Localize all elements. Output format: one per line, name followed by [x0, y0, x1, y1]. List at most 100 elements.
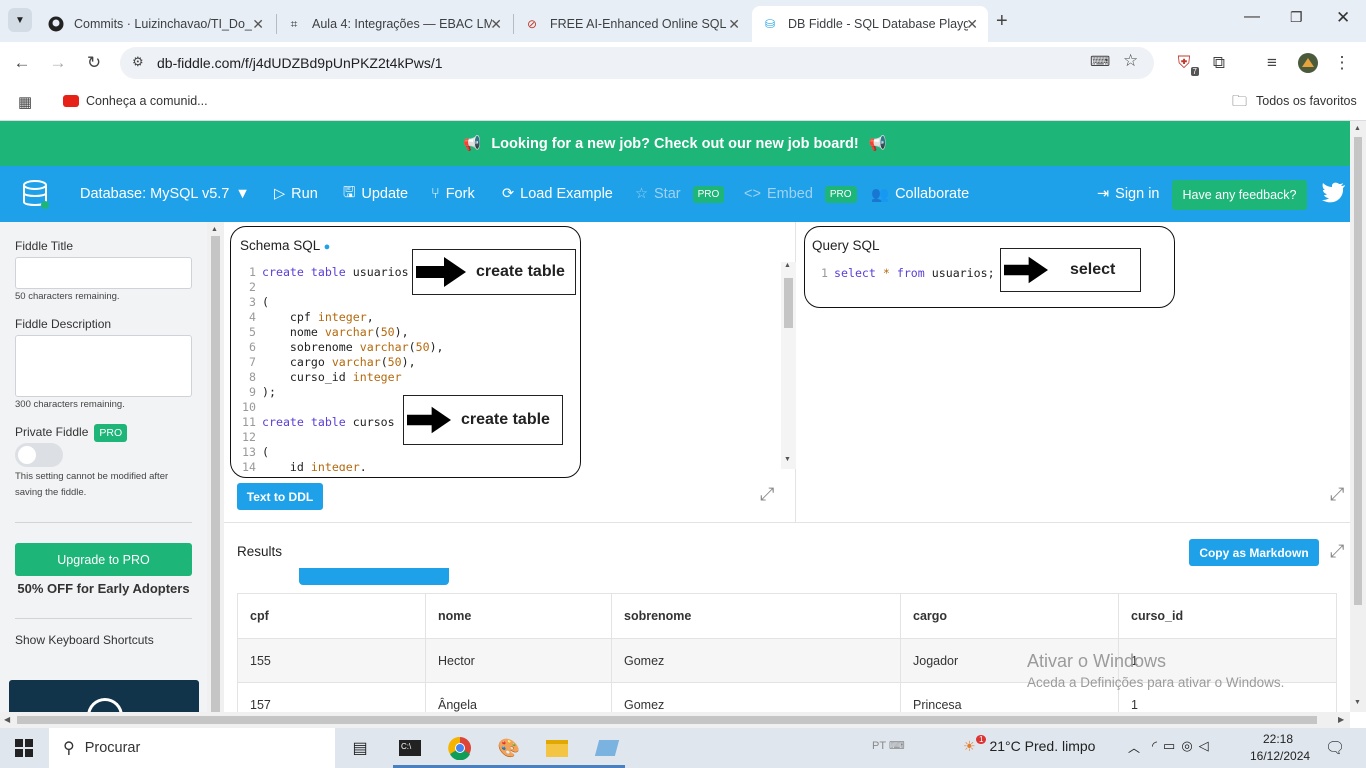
chrome-icon[interactable]	[448, 736, 472, 760]
annotation-text: select	[1070, 261, 1116, 278]
notifications-icon[interactable]: 🗨	[1325, 738, 1345, 758]
private-note-line: This setting cannot be modified after	[15, 471, 169, 482]
browser-menu-icon[interactable]: ⋮	[1331, 52, 1353, 74]
browser-tab-db-fiddle[interactable]: ⛁ DB Fiddle - SQL Database Playg ✕	[752, 6, 988, 42]
page-vertical-scrollbar[interactable]: ▲ ▼	[1350, 121, 1366, 712]
paint-icon[interactable]: 🎨	[497, 736, 521, 760]
twitter-icon[interactable]	[1322, 182, 1346, 208]
expand-icon[interactable]: ⤢	[1330, 484, 1344, 505]
table-cell: 157	[237, 682, 426, 713]
keyboard-shortcuts-link[interactable]: Show Keyboard Shortcuts	[15, 633, 154, 647]
expand-icon[interactable]: ⤢	[760, 484, 774, 505]
extension-shield-icon[interactable]: ⛨ 7	[1173, 52, 1199, 76]
tab-search-button[interactable]: ▼	[8, 8, 32, 32]
code-token: integer	[317, 310, 367, 324]
line-number: 5	[249, 325, 256, 339]
divider	[15, 522, 192, 523]
code-token: usuarios	[352, 265, 409, 279]
fiddle-title-input[interactable]	[15, 257, 192, 289]
job-board-banner[interactable]: 📢 Looking for a new job? Check out our n…	[0, 121, 1350, 166]
table-cell: Ângela	[425, 682, 612, 713]
taskbar-search[interactable]: ⚲ Procurar	[49, 728, 335, 768]
code-token: (	[262, 445, 269, 459]
browser-tab-ebac[interactable]: ⌗ Aula 4: Integrações — EBAC LM ✕	[276, 6, 512, 42]
code-token: (	[373, 325, 381, 339]
early-adopters-text: 50% OFF for Early Adopters	[17, 581, 190, 596]
tray-chevron-icon[interactable]: ︿	[1128, 739, 1140, 756]
embed-button[interactable]: <> Embed PRO	[744, 166, 857, 222]
reload-icon[interactable]: ↻	[83, 52, 105, 74]
private-fiddle-label: Private Fiddle PRO	[15, 424, 128, 442]
text-to-ddl-button[interactable]: Text to DDL	[237, 483, 323, 510]
column-header[interactable]: sobrenome	[611, 593, 901, 639]
keyboard-language[interactable]: PT ⌨	[872, 739, 905, 752]
schema-scrollbar[interactable]: ▲ ▼	[781, 262, 796, 469]
sidebar-ad-card[interactable]	[9, 680, 199, 718]
minimize-icon[interactable]: —	[1244, 8, 1260, 26]
translate-icon[interactable]: ⌨	[1090, 53, 1110, 70]
apps-grid-icon[interactable]: ▦	[18, 93, 32, 111]
code-token: (	[380, 355, 388, 369]
column-header[interactable]: cargo	[900, 593, 1119, 639]
collaborate-button[interactable]: 👥 Collaborate	[871, 166, 969, 222]
close-window-icon[interactable]: ✕	[1336, 8, 1350, 28]
extensions-puzzle-icon[interactable]: ⧉	[1208, 52, 1230, 74]
address-bar[interactable]: ⚙ db-fiddle.com/f/j4dUDZBd9pUnPKZ2t4kPws…	[120, 47, 1154, 79]
task-view-icon[interactable]: ▤	[348, 736, 372, 760]
bookmark-item[interactable]: Conheça a comunid...	[86, 94, 208, 108]
new-tab-icon[interactable]: +	[996, 10, 1008, 33]
fiddle-sidebar: Fiddle Title 50 characters remaining. Fi…	[0, 222, 207, 718]
profile-avatar[interactable]	[1297, 52, 1319, 74]
column-header[interactable]: nome	[425, 593, 612, 639]
site-info-icon[interactable]: ⚙	[132, 54, 144, 70]
github-icon	[48, 16, 64, 32]
page-horizontal-scrollbar[interactable]: ◀ ▶	[0, 712, 1350, 728]
weather-widget[interactable]: ☀ 1 21°C Pred. limpo	[963, 735, 1095, 755]
windows-start-icon[interactable]	[12, 736, 36, 760]
load-example-button[interactable]: ⟳ Load Example	[502, 166, 613, 222]
query-panel: Query SQL 1 select * from usuarios; selec…	[797, 222, 1350, 522]
close-tab-icon[interactable]: ✕	[966, 16, 978, 33]
table-cell: Gomez	[611, 682, 901, 713]
clock[interactable]: 22:18 16/12/2024	[1250, 731, 1310, 765]
all-bookmarks[interactable]: Todos os favoritos	[1256, 94, 1357, 108]
sign-in-button[interactable]: ⇥ Sign in	[1097, 166, 1160, 222]
table-cell: Gomez	[611, 638, 901, 683]
feedback-button[interactable]: Have any feedback?	[1172, 180, 1307, 210]
fiddle-description-input[interactable]	[15, 335, 192, 397]
tray-icons[interactable]: ◜▭◎◁	[1152, 738, 1215, 754]
browser-tab-github[interactable]: Commits · Luizinchavao/TI_Do_ ✕	[38, 6, 274, 42]
fiddle-navbar: Database: MySQL v5.7 ▼ ▷ Run 🖫 Update ⑂ Fork…	[0, 166, 1350, 222]
private-toggle[interactable]	[15, 443, 63, 467]
results-panel: Results Copy as Markdown ⤢ cpf nome sobren…	[224, 522, 1350, 713]
column-header[interactable]: cpf	[237, 593, 426, 639]
notepad-icon[interactable]	[594, 736, 620, 760]
copy-as-markdown-button[interactable]: Copy as Markdown	[1189, 539, 1319, 566]
restore-icon[interactable]: ❐	[1290, 9, 1303, 26]
sign-in-icon: ⇥	[1097, 186, 1110, 202]
expand-icon[interactable]: ⤢	[1330, 541, 1344, 562]
fork-button[interactable]: ⑂ Fork	[431, 166, 475, 222]
upgrade-button[interactable]: Upgrade to PRO	[15, 543, 192, 576]
update-button[interactable]: 🖫 Update	[343, 166, 408, 222]
file-explorer-icon[interactable]	[545, 736, 569, 760]
database-select[interactable]: Database: MySQL v5.7 ▼	[80, 166, 250, 222]
browser-tab-strip: ▼ Commits · Luizinchavao/TI_Do_ ✕ ⌗ Aula…	[0, 0, 1366, 42]
browser-tab-sql-editor[interactable]: ⊘ FREE AI-Enhanced Online SQL S ✕	[514, 6, 750, 42]
db-fiddle-icon: ⛁	[764, 17, 776, 31]
close-tab-icon[interactable]: ✕	[490, 16, 502, 33]
column-header[interactable]: curso_id	[1118, 593, 1337, 639]
bookmark-star-icon[interactable]: ☆	[1123, 51, 1138, 71]
star-button[interactable]: ☆ Star PRO	[635, 166, 725, 222]
back-icon[interactable]: ←	[11, 52, 33, 74]
annotation-create-table-1: create table	[412, 249, 576, 295]
forward-icon[interactable]: →	[47, 52, 69, 74]
close-tab-icon[interactable]: ✕	[252, 16, 264, 33]
media-controls-icon[interactable]: ≡	[1261, 52, 1283, 74]
close-tab-icon[interactable]: ✕	[728, 16, 740, 33]
run-button[interactable]: ▷ Run	[274, 166, 318, 222]
sidebar-scrollbar[interactable]: ▲	[207, 222, 224, 712]
db-fiddle-logo-icon[interactable]	[22, 180, 50, 214]
terminal-icon[interactable]: C:\	[398, 736, 422, 760]
ebac-icon: ⌗	[290, 16, 298, 31]
